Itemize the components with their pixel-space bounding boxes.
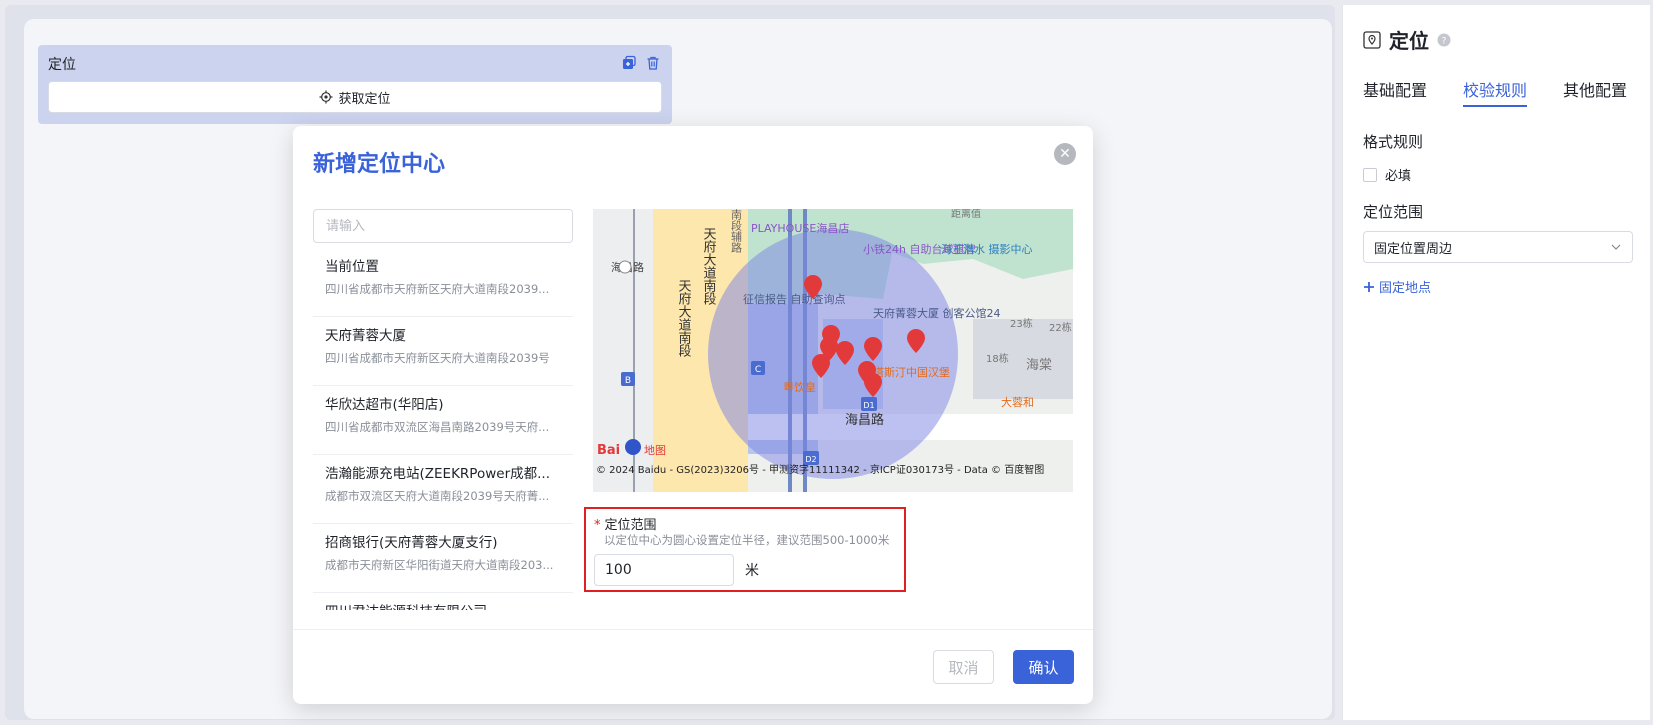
poi-address: 四川省成都市天府新区天府大道南段2039号 (325, 351, 550, 365)
map-label-playhouse: PLAYHOUSE海昌店 (751, 221, 849, 235)
plus-icon (1364, 281, 1374, 292)
trash-icon[interactable] (645, 55, 661, 71)
poi-address: 成都市天府新区华阳街道天府大道南段203... (325, 558, 554, 572)
list-item[interactable]: 四川君达能源科技有限公司 (313, 593, 573, 610)
stop-d2: D2 (805, 455, 816, 464)
format-rules-heading: 格式规则 (1363, 133, 1424, 151)
bus-stop-icon (618, 260, 632, 274)
confirm-button[interactable]: 确认 (1013, 650, 1074, 684)
get-location-label: 获取定位 (338, 91, 391, 107)
map-label-yueyin: 粤饮皇 (783, 380, 816, 394)
list-item[interactable]: 招商银行(天府菁蓉大厦支行) 成都市天府新区华阳街道天府大道南段203... (313, 524, 573, 593)
panel-header: 定位 ? (1363, 25, 1451, 54)
road-label-main-2: 天府大道南段 (676, 279, 692, 357)
required-checkbox-row[interactable]: 必填 (1363, 165, 1411, 184)
map-label-b22: 22栋 (1049, 321, 1072, 334)
list-item[interactable]: 当前位置 四川省成都市天府新区天府大道南段2039... (313, 248, 573, 317)
add-fixed-point-link[interactable]: 固定地点 (1363, 277, 1431, 296)
poi-name: 华欣达超市(华阳店) (325, 397, 444, 413)
poi-name: 浩瀚能源充电站(ZEEKRPower成都... (325, 466, 550, 482)
required-label: 必填 (1385, 169, 1412, 184)
map-label-tasi: 塔斯汀中国汉堡 (873, 365, 950, 379)
list-item[interactable]: 浩瀚能源充电站(ZEEKRPower成都... 成都市双流区天府大道南段2039… (313, 455, 573, 524)
map-label-haichang-road: 海昌路 (845, 412, 884, 428)
map-label-darong: 大蓉和 (1001, 395, 1034, 409)
poi-name: 当前位置 (325, 259, 379, 275)
road-label-main: 天府大道南段 (701, 227, 717, 305)
poi-name: 天府菁蓉大厦 (325, 328, 406, 344)
range-label-text: 定位范围 (604, 518, 657, 533)
map-label-b23: 23栋 (1010, 317, 1033, 330)
map-label-haiwang: 海王潜水 摄影中心 (941, 242, 1033, 256)
range-label: * 定位范围 (594, 514, 657, 533)
copy-icon[interactable] (621, 55, 637, 71)
close-icon[interactable]: ✕ (1054, 143, 1076, 165)
tab-other-config[interactable]: 其他配置 (1563, 77, 1627, 107)
list-item[interactable]: 天府菁蓉大厦 四川省成都市天府新区天府大道南段2039号 (313, 317, 573, 386)
panel-title: 定位 (1389, 29, 1429, 53)
tab-validation-rules[interactable]: 校验规则 (1463, 77, 1528, 107)
poi-list: 当前位置 四川省成都市天府新区天府大道南段2039... 天府菁蓉大厦 四川省成… (313, 248, 573, 610)
map-label-zhengxin: 征信报告 自助查询点 (743, 292, 846, 306)
range-select-value: 固定位置周边 (1374, 241, 1453, 257)
help-icon[interactable]: ? (1437, 33, 1451, 47)
stop-d1: D1 (863, 401, 874, 410)
map-label-juli: 距离值 (951, 209, 981, 220)
poi-address: 成都市双流区天府大道南段2039号天府菁... (325, 489, 550, 503)
crosshair-icon (319, 90, 333, 104)
required-checkbox[interactable] (1363, 167, 1377, 182)
range-type-select[interactable]: 固定位置周边 (1363, 231, 1633, 263)
map-copyright: © 2024 Baidu - GS(2023)3206号 - 甲测资字11111… (596, 463, 1044, 476)
radius-unit: 米 (745, 563, 759, 579)
logo-map-text: 地图 (644, 444, 666, 457)
stop-b: B (625, 376, 631, 386)
cancel-button[interactable]: 取消 (933, 650, 994, 684)
poi-name: 四川君达能源科技有限公司 (325, 600, 561, 610)
map-label-jingrong: 天府菁蓉大厦 创客公馆24 (873, 306, 1001, 320)
map-label-b18: 18栋 (986, 352, 1009, 365)
poi-address: 四川省成都市双流区海昌南路2039号天府... (325, 420, 550, 434)
add-location-center-modal: 新增定位中心 ✕ 当前位置 四川省成都市天府新区天府大道南段2039... 天府… (293, 126, 1093, 704)
panel-tabs: 基础配置 校验规则 其他配置 (1363, 77, 1627, 107)
required-asterisk: * (594, 518, 601, 533)
add-fixed-point-label: 固定地点 (1379, 281, 1432, 296)
field-title: 定位 (48, 57, 76, 73)
logo-text: Bai (597, 443, 620, 458)
range-heading: 定位范围 (1363, 203, 1424, 221)
radius-input[interactable] (594, 554, 734, 586)
get-location-button[interactable]: 获取定位 (48, 81, 662, 113)
road-label-side: 南段辅路 (730, 209, 743, 254)
poi-address: 四川省成都市天府新区天府大道南段2039... (325, 282, 550, 296)
search-input[interactable] (313, 209, 573, 243)
list-item[interactable]: 华欣达超市(华阳店) 四川省成都市双流区海昌南路2039号天府... (313, 386, 573, 455)
modal-title: 新增定位中心 (313, 152, 446, 177)
poi-name: 招商银行(天府菁蓉大厦支行) (325, 535, 498, 551)
modal-footer-divider (293, 629, 1093, 630)
map-view[interactable]: 天府大道南段 天府大道南段 南段辅路 海昌路 PLAYHOUSE海昌店 小铁24… (593, 209, 1073, 492)
map-label-haitang: 海棠 (1026, 358, 1052, 373)
range-setting-highlight: *定位范围 以定位中心为圆心设置定位半径，建议范围500-1000米 米 (584, 507, 906, 592)
chevron-down-icon (1611, 244, 1621, 250)
svg-text:?: ? (1442, 36, 1447, 46)
stop-c: C (755, 365, 761, 375)
range-hint: 以定位中心为圆心设置定位半径，建议范围500-1000米 (604, 533, 890, 547)
location-field-block[interactable]: 定位 获取定位 (38, 45, 672, 124)
tab-basic-config[interactable]: 基础配置 (1363, 77, 1427, 107)
location-pin-icon (1363, 30, 1381, 49)
right-panel: 定位 ? 基础配置 校验规则 其他配置 格式规则 必填 定位范围 固定位置周边 … (1342, 5, 1650, 720)
